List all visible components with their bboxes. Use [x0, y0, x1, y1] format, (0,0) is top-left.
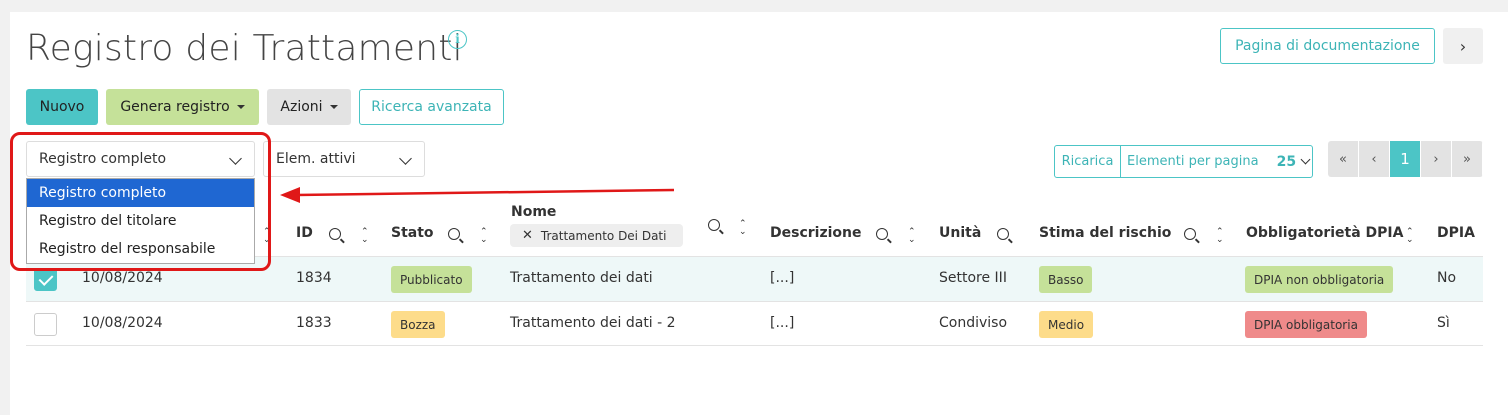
dropdown-option-complete[interactable]: Registro completo [27, 179, 254, 207]
nome-filter-chip[interactable]: ✕ Trattamento Dei Dati [510, 224, 683, 247]
dpia-required-badge: DPIA obbligatoria [1245, 311, 1367, 338]
close-icon[interactable]: ✕ [522, 228, 533, 243]
header-obbligatorieta: Obbligatorietà DPIA [1246, 225, 1404, 241]
search-icon[interactable] [329, 228, 341, 240]
per-page-value: 25 [1276, 153, 1297, 170]
per-page-select[interactable]: Elementi per pagina 25 [1121, 146, 1312, 177]
cell-dpia: Sì [1437, 315, 1450, 331]
prev-page-button[interactable]: ‹ [1359, 141, 1390, 177]
next-panel-button[interactable]: › [1443, 28, 1483, 64]
header-stima: Stima del rischio [1039, 225, 1172, 241]
pager: « ‹ 1 › » [1328, 141, 1483, 177]
actions-label: Azioni [280, 99, 323, 115]
status-badge: Pubblicato [391, 266, 472, 293]
cell-nome[interactable]: Trattamento dei dati - 2 [510, 315, 676, 331]
header-id: ID [296, 225, 313, 241]
caret-down-icon [236, 105, 245, 109]
next-page-button[interactable]: › [1421, 141, 1452, 177]
documentation-button[interactable]: Pagina di documentazione [1220, 28, 1435, 64]
dpia-required-badge: DPIA non obbligatoria [1245, 266, 1394, 293]
page-title: Registro dei Trattamenti [26, 28, 463, 69]
generate-register-button[interactable]: Genera registro [106, 89, 259, 125]
table-row[interactable]: 10/08/2024 1833 Bozza Trattamento dei da… [26, 301, 1483, 346]
risk-badge: Basso [1039, 266, 1093, 293]
new-button[interactable]: Nuovo [26, 89, 98, 125]
cell-unita: Settore III [939, 270, 1007, 286]
dropdown-option-controller[interactable]: Registro del titolare [27, 207, 254, 235]
sort-icon[interactable]: ⌃ ⌄ [908, 228, 916, 245]
last-page-button[interactable]: » [1452, 141, 1483, 177]
header-descrizione: Descrizione [770, 225, 862, 241]
first-page-button[interactable]: « [1328, 141, 1359, 177]
sort-icon[interactable]: ⌃ ⌄ [361, 228, 369, 245]
row-checkbox[interactable] [34, 268, 57, 291]
sort-icon[interactable]: ⌃ ⌄ [480, 228, 488, 245]
generate-register-label: Genera registro [120, 99, 230, 115]
chevron-down-icon [229, 152, 242, 165]
cell-dpia: No [1437, 270, 1457, 286]
cell-id: 1833 [296, 315, 332, 331]
cell-nome[interactable]: Trattamento dei dati [510, 270, 653, 286]
search-icon[interactable] [876, 228, 888, 240]
pagination-controls: Ricarica Elementi per pagina 25 [1054, 145, 1313, 178]
per-page-label: Elementi per pagina [1127, 154, 1259, 169]
dropdown-option-processor[interactable]: Registro del responsabile [27, 235, 254, 263]
reload-button[interactable]: Ricarica [1055, 146, 1121, 177]
status-select-value: Elem. attivi [276, 151, 356, 167]
cell-date: 10/08/2024 [82, 315, 163, 331]
search-icon[interactable] [708, 219, 720, 231]
caret-down-icon [329, 105, 338, 109]
search-icon[interactable] [448, 228, 460, 240]
header-stato: Stato [391, 225, 434, 241]
register-select-value: Registro completo [39, 151, 167, 167]
cell-descrizione: [...] [770, 315, 795, 331]
cell-date: 10/08/2024 [82, 270, 163, 286]
status-select[interactable]: Elem. attivi [263, 141, 425, 177]
register-dropdown: Registro completo Registro del titolare … [26, 178, 255, 264]
cell-unita: Condiviso [939, 315, 1008, 331]
chevron-down-icon [1300, 154, 1311, 165]
annotation-arrow [280, 187, 675, 203]
search-icon[interactable] [1184, 228, 1196, 240]
chevron-down-icon [399, 152, 412, 165]
cell-id: 1834 [296, 270, 332, 286]
row-checkbox[interactable] [34, 313, 57, 336]
actions-button[interactable]: Azioni [267, 89, 351, 125]
risk-badge: Medio [1039, 311, 1094, 338]
search-icon[interactable] [997, 228, 1009, 240]
register-select[interactable]: Registro completo [26, 141, 255, 177]
cell-descrizione: [...] [770, 270, 795, 286]
info-icon[interactable]: i [448, 30, 467, 49]
sort-icon[interactable]: ⌃ ⌄ [739, 220, 747, 237]
status-badge: Bozza [391, 311, 445, 338]
nome-filter-chip-label: Trattamento Dei Dati [540, 228, 667, 243]
current-page-button[interactable]: 1 [1390, 141, 1421, 177]
header-unita: Unità [939, 225, 982, 241]
advanced-search-button[interactable]: Ricerca avanzata [359, 89, 504, 125]
header-dpia: DPIA [1437, 225, 1475, 241]
sort-icon[interactable]: ⌃ ⌄ [263, 228, 271, 245]
sort-icon[interactable]: ⌃ ⌄ [1216, 228, 1224, 245]
sort-icon[interactable]: ⌃ ⌄ [1406, 228, 1414, 245]
